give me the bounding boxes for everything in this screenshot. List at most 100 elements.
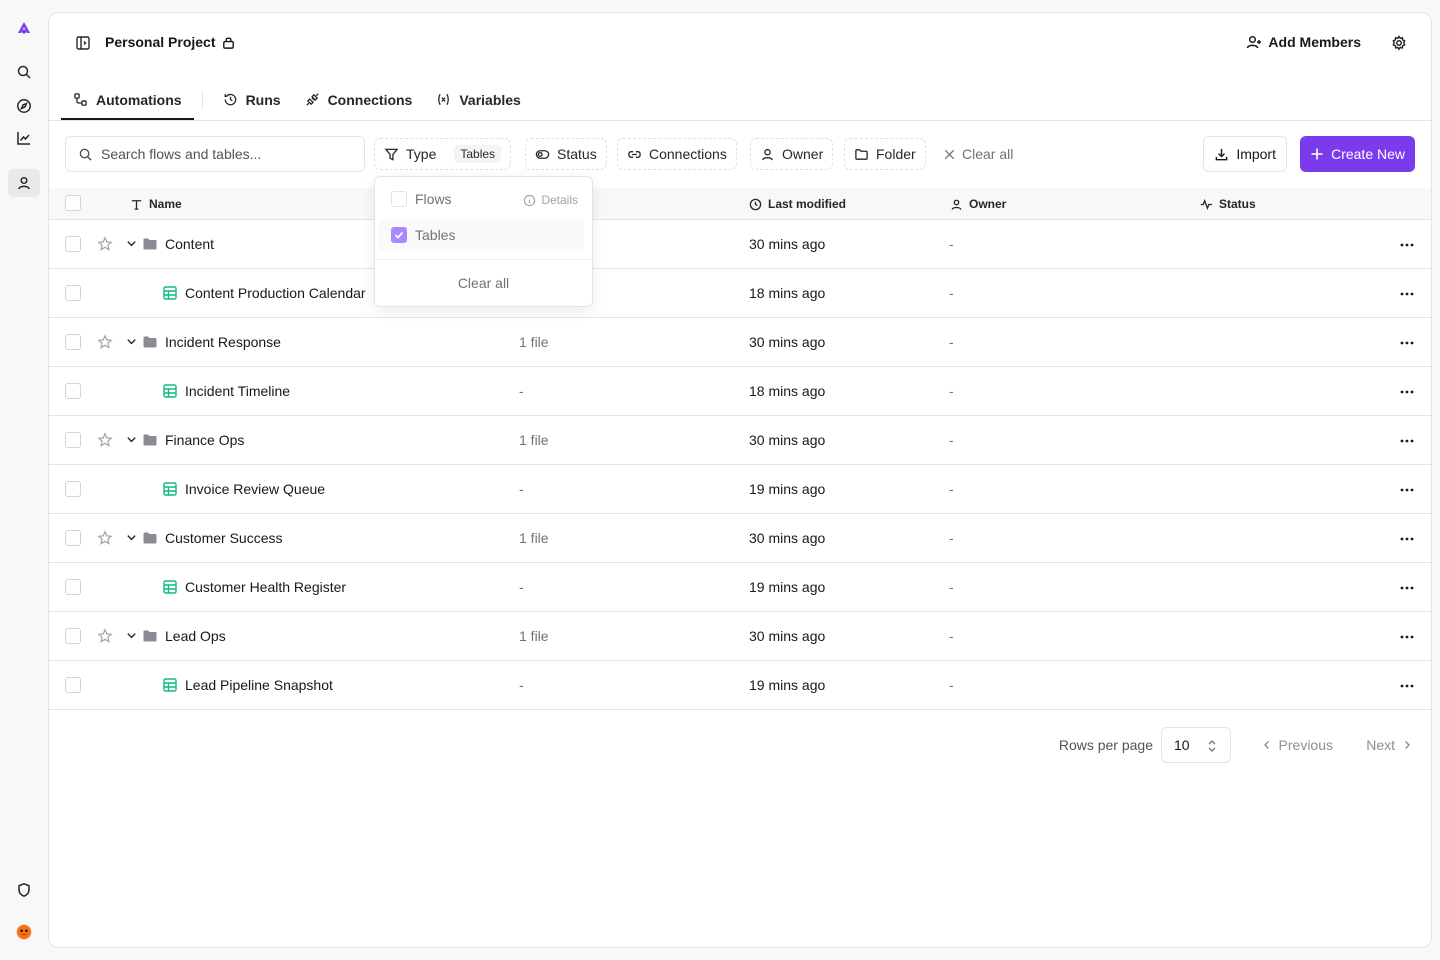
row-last-modified: 30 mins ago [749,628,826,644]
row-last-modified: 30 mins ago [749,432,826,448]
clear-filters-button[interactable]: Clear all [943,146,1013,162]
details-hint: Details [523,193,578,207]
row-checkbox[interactable] [65,628,81,644]
more-icon[interactable] [1399,335,1415,351]
plug-icon [305,93,319,106]
type-option-flows[interactable]: Flows Details [379,183,584,215]
row-checkbox[interactable] [65,334,81,350]
project-title[interactable]: Personal Project [105,34,236,50]
chart-icon[interactable] [8,124,40,152]
table-row[interactable]: Content Production Calendar-18 mins ago- [49,269,1431,318]
row-checkbox[interactable] [65,677,81,693]
flows-checkbox[interactable] [391,191,407,207]
type-option-tables[interactable]: Tables [379,219,584,251]
user-icon[interactable] [8,169,40,197]
tab-runs[interactable]: Runs [211,79,293,120]
more-icon[interactable] [1399,580,1415,596]
search-input[interactable] [101,146,341,162]
import-button[interactable]: Import [1203,136,1287,172]
row-checkbox[interactable] [65,481,81,497]
folder-row[interactable]: Incident Response 1 file 30 mins ago - [49,318,1431,367]
row-checkbox[interactable] [65,530,81,546]
column-header-name[interactable]: Name [130,197,182,211]
star-icon[interactable] [97,334,113,350]
folder-row[interactable]: Content1 file30 mins ago- [49,220,1431,269]
row-name: Content [165,236,215,252]
type-filter-button[interactable]: Type Tables [374,138,512,170]
more-icon[interactable] [1399,237,1415,253]
shield-icon[interactable] [8,876,40,904]
tab-label: Variables [459,91,521,108]
status-filter-button[interactable]: Status [525,138,607,170]
table-row[interactable]: Customer Health Register - 19 mins ago - [49,563,1431,612]
chevron-down-icon[interactable] [125,335,138,348]
more-icon[interactable] [1399,482,1415,498]
folder-filter-label: Folder [876,146,916,162]
more-icon[interactable] [1399,678,1415,694]
more-icon[interactable] [1399,286,1415,302]
more-icon[interactable] [1399,433,1415,449]
more-icon[interactable] [1399,531,1415,547]
logo-icon[interactable] [8,14,40,42]
owner-filter-button[interactable]: Owner [750,138,834,170]
tab-divider [201,89,203,110]
avatar[interactable] [8,918,40,946]
star-icon[interactable] [97,628,113,644]
row-checkbox[interactable] [65,383,81,399]
more-icon[interactable] [1399,629,1415,645]
row-details: - [519,383,524,399]
column-header-status[interactable]: Status [1200,197,1256,211]
row-details: 1 file [519,530,549,546]
chevron-down-icon[interactable] [125,237,138,250]
row-checkbox[interactable] [65,432,81,448]
table-row[interactable]: Lead Pipeline Snapshot - 19 mins ago - [49,661,1431,710]
row-name: Customer Success [165,530,283,546]
star-icon[interactable] [97,236,113,252]
chevron-down-icon[interactable] [125,629,138,642]
dropdown-clear-all-button[interactable]: Clear all [375,275,592,291]
rows-per-page-select[interactable]: 10 [1161,727,1231,763]
next-page-button[interactable]: Next [1366,737,1413,753]
table-row[interactable]: Incident Timeline - 18 mins ago - [49,367,1431,416]
folder-filter-button[interactable]: Folder [844,138,926,170]
chevron-down-icon[interactable] [125,433,138,446]
row-last-modified: 18 mins ago [749,383,826,399]
folder-row[interactable]: Finance Ops 1 file 30 mins ago - [49,416,1431,465]
search-icon[interactable] [8,58,40,86]
variable-icon [438,93,450,106]
gear-icon[interactable] [1391,35,1407,51]
text-icon [131,199,142,210]
automations-icon [74,93,87,106]
search-box[interactable] [65,136,365,172]
row-checkbox[interactable] [65,579,81,595]
previous-page-button[interactable]: Previous [1261,737,1333,753]
chevron-down-icon[interactable] [125,531,138,544]
compass-icon[interactable] [8,92,40,120]
folder-icon [143,434,157,446]
status-filter-label: Status [557,146,597,162]
tab-automations[interactable]: Automations [61,79,194,120]
type-filter-dropdown: Flows Details Tables Clear all [374,176,593,307]
star-icon[interactable] [97,530,113,546]
connections-filter-button[interactable]: Connections [617,138,737,170]
row-checkbox[interactable] [65,285,81,301]
table-row[interactable]: Invoice Review Queue - 19 mins ago - [49,465,1431,514]
row-details: - [519,677,524,693]
row-checkbox[interactable] [65,236,81,252]
tables-checkbox[interactable] [391,227,407,243]
folder-row[interactable]: Lead Ops 1 file 30 mins ago - [49,612,1431,661]
more-icon[interactable] [1399,384,1415,400]
row-name: Lead Pipeline Snapshot [185,677,333,693]
add-members-label: Add Members [1268,34,1361,50]
sidebar-toggle-icon[interactable] [75,35,91,51]
star-icon[interactable] [97,432,113,448]
folder-row[interactable]: Customer Success 1 file 30 mins ago - [49,514,1431,563]
create-new-button[interactable]: Create New [1300,136,1415,172]
tab-connections[interactable]: Connections [293,79,425,120]
column-header-owner[interactable]: Owner [950,197,1006,211]
left-rail [0,0,48,960]
select-all-checkbox[interactable] [65,195,81,211]
add-members-button[interactable]: Add Members [1246,34,1361,50]
column-header-last-modified[interactable]: Last modified [749,197,846,211]
tab-variables[interactable]: Variables [424,79,533,120]
